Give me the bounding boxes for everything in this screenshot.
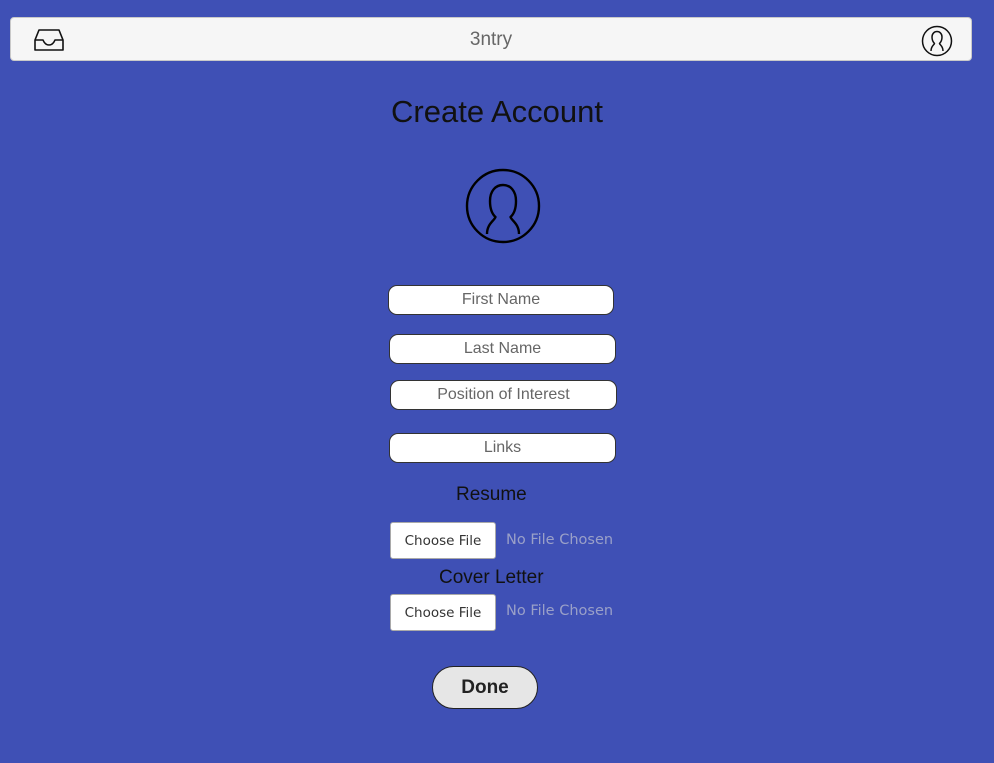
last-name-field[interactable] <box>389 334 616 364</box>
resume-label: Resume <box>456 484 527 505</box>
position-of-interest-field[interactable] <box>390 380 617 410</box>
cover-letter-choose-file-button[interactable]: Choose File <box>390 594 496 631</box>
page-title: Create Account <box>391 94 603 129</box>
cover-letter-file-status: No File Chosen <box>506 603 614 619</box>
cover-letter-label: Cover Letter <box>439 567 544 588</box>
resume-file-status: No File Chosen <box>506 532 614 548</box>
user-account-icon[interactable] <box>921 25 953 57</box>
top-navigation-bar: 3ntry <box>10 17 972 61</box>
links-field[interactable] <box>389 433 616 463</box>
done-button[interactable]: Done <box>432 666 538 709</box>
resume-choose-file-button[interactable]: Choose File <box>390 522 496 559</box>
user-avatar-icon <box>465 168 541 244</box>
app-title: 3ntry <box>469 29 513 50</box>
first-name-field[interactable] <box>388 285 614 315</box>
